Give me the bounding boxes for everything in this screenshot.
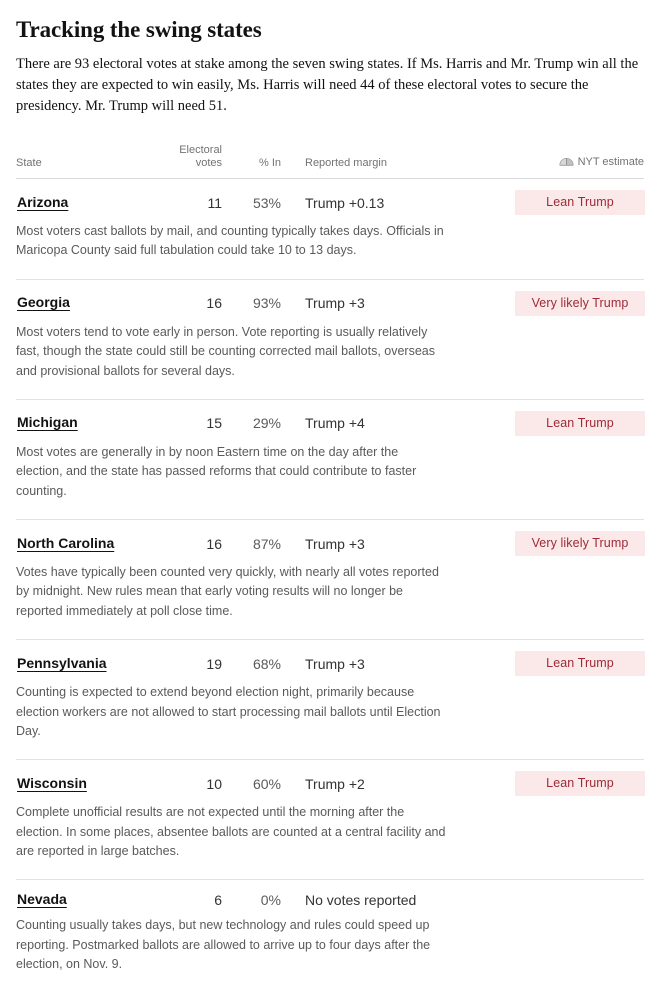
state-cell: Wisconsin bbox=[16, 760, 166, 797]
table-body: Arizona 11 53% Trump +0.13 Lean Trump Most vo… bbox=[16, 179, 645, 993]
table-row: Michigan 15 29% Trump +4 Lean Trump bbox=[16, 399, 645, 436]
table-row: Pennsylvania 19 68% Trump +3 Lean Trump bbox=[16, 640, 645, 677]
column-header-reported-margin: Reported margin bbox=[283, 143, 514, 180]
reported-margin-cell: No votes reported bbox=[305, 892, 417, 909]
state-link[interactable]: Pennsylvania bbox=[17, 655, 107, 671]
state-note: Counting usually takes days, but new tec… bbox=[16, 918, 431, 972]
table-header: State Electoral votes % In Reported marg… bbox=[16, 143, 644, 180]
column-header-nyt-estimate: NYT estimate bbox=[514, 143, 644, 180]
table-note-row: Most voters tend to vote early in person… bbox=[16, 315, 644, 400]
column-header-state: State bbox=[16, 143, 166, 180]
page-title: Tracking the swing states bbox=[16, 17, 262, 42]
table-row: Arizona 11 53% Trump +0.13 Lean Trump bbox=[16, 179, 645, 216]
state-link[interactable]: North Carolina bbox=[17, 535, 114, 551]
column-header-electoral-votes: Electoral votes bbox=[166, 143, 228, 180]
state-note: Most votes are generally in by noon East… bbox=[16, 444, 417, 498]
article-summary: There are 93 electoral votes at stake am… bbox=[16, 55, 639, 115]
state-note: Votes have typically been counted very q… bbox=[16, 565, 439, 618]
electoral-votes-cell: 6 bbox=[214, 892, 222, 909]
state-cell: Georgia bbox=[16, 279, 166, 316]
note-cell: Complete unofficial results are not expe… bbox=[16, 796, 644, 881]
electoral-votes-cell: 11 bbox=[207, 194, 222, 211]
nyt-estimate-cell: Lean Trump bbox=[514, 640, 645, 677]
percent-in-cell: 87% bbox=[252, 535, 281, 552]
nyt-estimate-cell: Lean Trump bbox=[514, 399, 645, 436]
electoral-votes-cell: 10 bbox=[206, 775, 222, 792]
electoral-votes-cell: 16 bbox=[206, 535, 222, 552]
state-link[interactable]: Georgia bbox=[17, 294, 70, 310]
reported-margin-cell: Trump +0.13 bbox=[305, 194, 385, 211]
table-row: North Carolina 16 87% Trump +3 Very likely T… bbox=[16, 520, 645, 557]
column-header-nyt-estimate-label: NYT estimate bbox=[577, 156, 644, 169]
state-cell: Arizona bbox=[16, 179, 166, 216]
status-badge: Lean Trump bbox=[515, 651, 645, 677]
status-badge: Lean Trump bbox=[515, 190, 645, 216]
note-cell: Votes have typically been counted very q… bbox=[16, 556, 644, 641]
table-note-row: Votes have typically been counted very q… bbox=[16, 556, 644, 641]
note-cell: Counting is expected to extend beyond el… bbox=[16, 676, 644, 761]
note-cell: Most votes are generally in by noon East… bbox=[16, 435, 644, 521]
state-link[interactable]: Michigan bbox=[17, 414, 78, 430]
percent-in-cell: 0% bbox=[260, 892, 281, 909]
state-link[interactable]: Nevada bbox=[17, 891, 67, 907]
note-cell: Most voters cast ballots by mail, and co… bbox=[16, 215, 644, 280]
state-cell: Pennsylvania bbox=[16, 640, 166, 677]
nyt-estimate-cell: Lean Trump bbox=[514, 179, 645, 216]
nyt-estimate-cell: Very likely Trump bbox=[514, 279, 645, 316]
table-row: Wisconsin 10 60% Trump +2 Lean Trump bbox=[16, 760, 645, 797]
table-note-row: Most votes are generally in by noon East… bbox=[16, 435, 644, 521]
state-link[interactable]: Arizona bbox=[17, 194, 68, 210]
table-note-row: Counting is expected to extend beyond el… bbox=[16, 676, 644, 761]
state-note: Counting is expected to extend beyond el… bbox=[16, 685, 441, 738]
swing-states-table: State Electoral votes % In Reported marg… bbox=[16, 143, 645, 993]
table-row: Nevada 6 0% No votes reported bbox=[16, 880, 644, 910]
table-note-row: Counting usually takes days, but new tec… bbox=[16, 909, 644, 992]
state-note: Most voters cast ballots by mail, and co… bbox=[16, 224, 444, 258]
dome-needle-icon bbox=[559, 155, 574, 171]
state-cell: North Carolina bbox=[16, 520, 166, 557]
state-note: Most voters tend to vote early in person… bbox=[16, 324, 435, 378]
state-note: Complete unofficial results are not expe… bbox=[16, 805, 446, 859]
percent-in-cell: 60% bbox=[252, 775, 281, 792]
status-badge: Very likely Trump bbox=[515, 290, 645, 316]
reported-margin-cell: Trump +3 bbox=[305, 655, 365, 672]
reported-margin-cell: Trump +3 bbox=[305, 295, 365, 312]
table-row: Georgia 16 93% Trump +3 Very likely Trump bbox=[16, 279, 645, 316]
reported-margin-cell: Trump +2 bbox=[305, 775, 365, 792]
percent-in-cell: 29% bbox=[252, 415, 281, 432]
electoral-votes-cell: 16 bbox=[206, 295, 222, 312]
note-cell: Counting usually takes days, but new tec… bbox=[16, 909, 644, 992]
column-header-percent-in: % In bbox=[228, 143, 283, 180]
status-badge: Very likely Trump bbox=[515, 531, 645, 557]
percent-in-cell: 93% bbox=[252, 295, 281, 312]
table-note-row: Complete unofficial results are not expe… bbox=[16, 796, 644, 881]
note-cell: Most voters tend to vote early in person… bbox=[16, 315, 644, 400]
nyt-estimate-cell: Lean Trump bbox=[514, 760, 645, 797]
electoral-votes-cell: 19 bbox=[206, 655, 222, 672]
percent-in-cell: 53% bbox=[252, 194, 281, 211]
reported-margin-cell: Trump +4 bbox=[305, 415, 365, 432]
article-page: Tracking the swing states There are 93 e… bbox=[0, 0, 660, 993]
percent-in-cell: 68% bbox=[252, 655, 281, 672]
column-header-electoral-votes-line2: votes bbox=[195, 157, 222, 170]
state-link[interactable]: Wisconsin bbox=[17, 775, 87, 791]
status-badge: Lean Trump bbox=[515, 771, 645, 797]
column-header-electoral-votes-line1: Electoral bbox=[179, 143, 222, 156]
nyt-estimate-cell: Very likely Trump bbox=[514, 520, 645, 557]
state-cell: Michigan bbox=[16, 399, 166, 436]
reported-margin-cell: Trump +3 bbox=[305, 535, 365, 552]
state-cell: Nevada bbox=[16, 880, 166, 910]
status-badge: Lean Trump bbox=[515, 410, 645, 436]
electoral-votes-cell: 15 bbox=[206, 415, 222, 432]
table-note-row: Most voters cast ballots by mail, and co… bbox=[16, 215, 644, 280]
nyt-estimate-cell bbox=[514, 880, 644, 910]
